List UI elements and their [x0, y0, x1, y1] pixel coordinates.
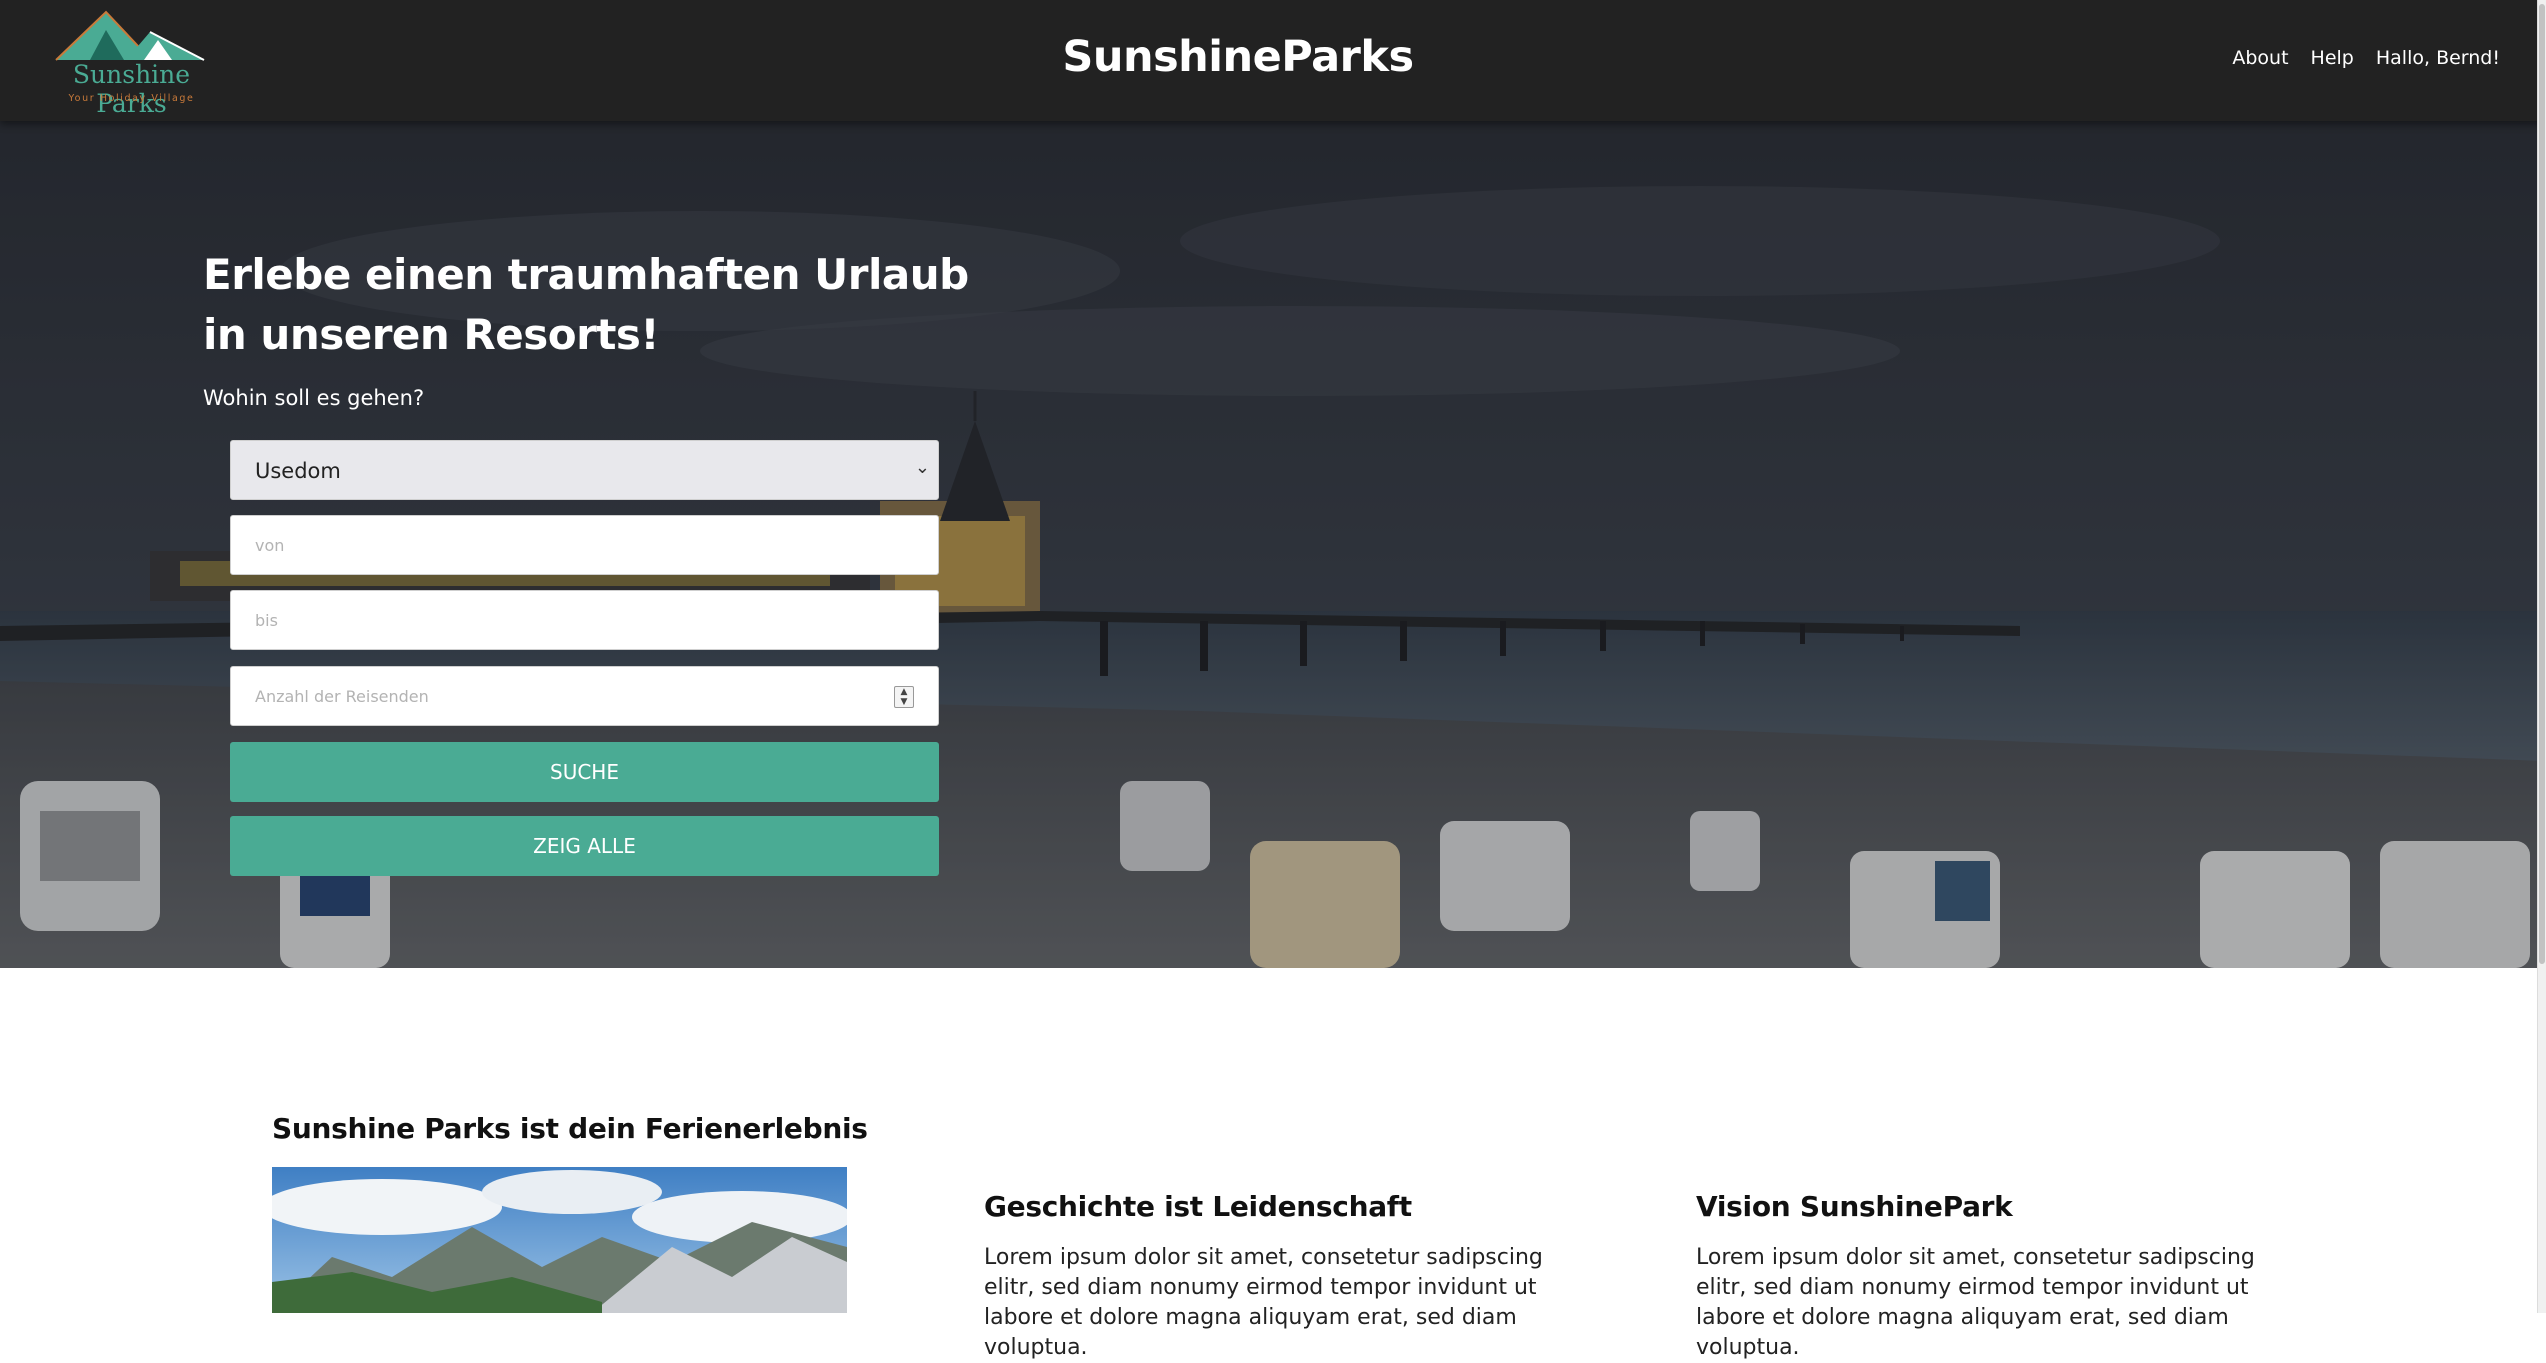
vision-text: Lorem ipsum dolor sit amet, consetetur s… [1696, 1245, 2255, 1360]
hero-title: Erlebe einen traumhaften Urlaub in unser… [203, 250, 969, 359]
number-spinner-icon[interactable]: ▲ ▼ [894, 686, 914, 708]
search-button[interactable]: SUCHE [230, 742, 939, 802]
site-header: Sunshine Parks Your Holiday Village Suns… [0, 0, 2546, 121]
history-column: Geschichte ist Leidenschaft Lorem ipsum … [984, 1190, 1544, 1363]
date-from-input[interactable] [231, 516, 938, 574]
travelers-field[interactable]: ▲▼ [230, 666, 939, 726]
history-title: Geschichte ist Leidenschaft [984, 1190, 1412, 1223]
chevron-down-icon: ⌄ [914, 457, 930, 478]
scrollbar-thumb[interactable] [2539, 4, 2545, 964]
show-all-button[interactable]: ZEIG ALLE [230, 816, 939, 876]
destination-selected-value: Usedom [255, 459, 341, 483]
date-to-input[interactable] [231, 591, 938, 649]
hero-section: Erlebe einen traumhaften Urlaub in unser… [0, 121, 2546, 968]
vision-column: Vision SunshinePark Lorem ipsum dolor si… [1696, 1190, 2256, 1363]
vision-title: Vision SunshinePark [1696, 1190, 2013, 1223]
page-scrollbar[interactable] [2537, 0, 2546, 1313]
brand-title: SunshineParks [1062, 32, 1414, 82]
section-title: Sunshine Parks ist dein Ferienerlebnis [272, 1112, 868, 1145]
date-from-field[interactable] [230, 515, 939, 575]
nav-user-greeting[interactable]: Hallo, Bernd! [2376, 47, 2500, 69]
destination-select[interactable]: Usedom ⌄ [230, 440, 939, 500]
nav-help[interactable]: Help [2311, 47, 2354, 69]
history-text: Lorem ipsum dolor sit amet, consetetur s… [984, 1245, 1543, 1360]
nav-about[interactable]: About [2232, 47, 2288, 69]
main-nav: About Help Hallo, Bernd! [2232, 47, 2500, 69]
date-to-field[interactable] [230, 590, 939, 650]
logo-tagline: Your Holiday Village [68, 93, 195, 104]
travelers-input[interactable] [231, 667, 938, 725]
hero-subtitle: Wohin soll es gehen? [203, 386, 425, 410]
mountain-landscape-image [272, 1167, 847, 1313]
